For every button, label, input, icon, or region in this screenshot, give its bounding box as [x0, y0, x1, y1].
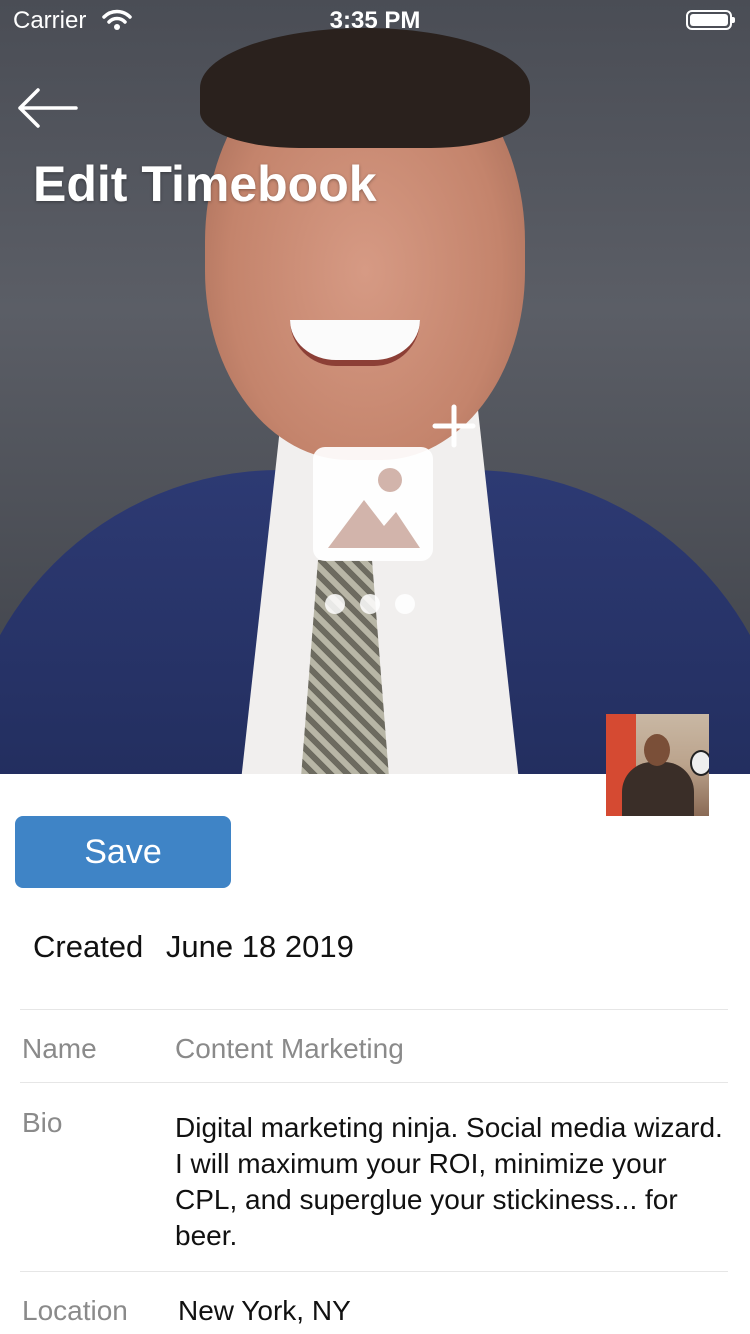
battery-icon	[686, 10, 735, 30]
page-title: Edit Timebook	[33, 156, 377, 212]
created-date: June 18 2019	[165, 929, 354, 964]
name-field[interactable]: Content Marketing	[175, 1033, 404, 1065]
cover-photo	[0, 0, 750, 774]
location-label: Location	[22, 1295, 128, 1326]
image-icon	[313, 447, 433, 561]
avatar-person-head	[644, 734, 670, 766]
bio-label: Bio	[22, 1107, 63, 1138]
created-label: Created	[33, 929, 144, 964]
divider	[20, 1271, 728, 1272]
name-label: Name	[22, 1033, 97, 1064]
location-field[interactable]: New York, NY	[178, 1295, 351, 1327]
status-time: 3:35 PM	[329, 7, 421, 34]
save-button[interactable]: Save	[15, 816, 231, 888]
divider	[20, 1082, 728, 1083]
back-arrow-icon[interactable]	[16, 86, 78, 130]
status-bar: Carrier 3:35 PM	[0, 0, 750, 40]
cover-photo-hair	[200, 28, 530, 148]
divider	[20, 1009, 728, 1010]
add-photo-button[interactable]	[312, 404, 478, 564]
bio-field[interactable]: Digital marketing ninja. Social media wi…	[175, 1110, 735, 1254]
carousel-page-indicator[interactable]	[323, 594, 419, 616]
avatar-person-body	[622, 762, 694, 816]
created-row: Created June 18 2019	[33, 929, 354, 965]
page-dot[interactable]	[325, 594, 345, 614]
profile-avatar[interactable]	[606, 714, 709, 816]
page-dot[interactable]	[360, 594, 380, 614]
page-dot[interactable]	[395, 594, 415, 614]
plus-icon	[432, 404, 476, 448]
avatar-background-panda	[690, 750, 709, 776]
